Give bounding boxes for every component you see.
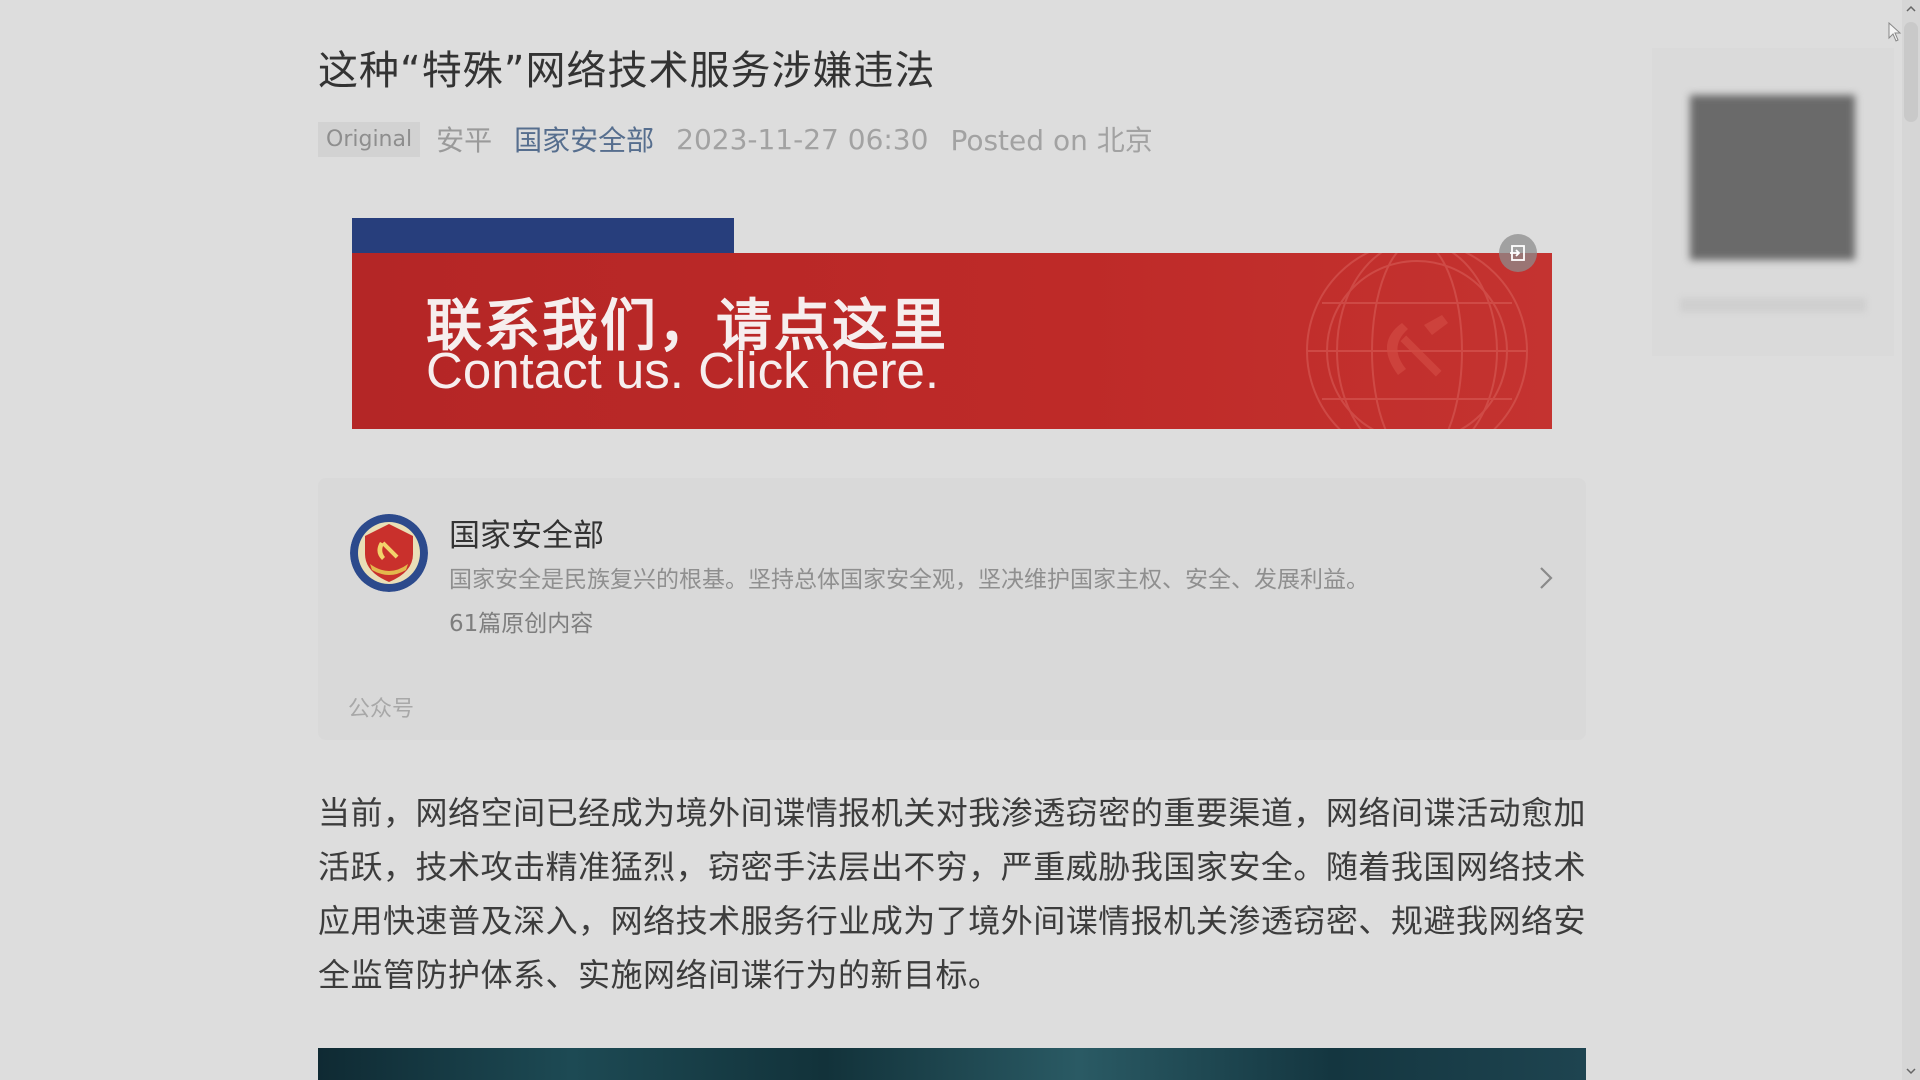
banner-corner-button[interactable] bbox=[1499, 234, 1537, 272]
banner-blue-bar bbox=[352, 218, 734, 254]
qr-code-image bbox=[1690, 95, 1855, 260]
article-title: 这种“特殊”网络技术服务涉嫌违法 bbox=[318, 48, 936, 94]
contact-banner[interactable]: 联系我们，请点这里 Contact us. Click here. bbox=[352, 218, 1552, 429]
emblem-watermark-icon bbox=[1306, 253, 1528, 429]
article-image bbox=[318, 1048, 1586, 1080]
account-type-label: 公众号 bbox=[348, 697, 415, 722]
banner-red-box: 联系我们，请点这里 Contact us. Click here. bbox=[352, 253, 1552, 429]
page: 这种“特殊”网络技术服务涉嫌违法 Original 安平 国家安全部 2023-… bbox=[0, 0, 1920, 1080]
mouse-cursor-icon bbox=[1888, 22, 1902, 42]
account-post-count: 61篇原创内容 bbox=[449, 611, 594, 637]
article-paragraph: 当前，网络空间已经成为境外间谍情报机关对我渗透窃密的重要渠道，网络间谍活动愈加活… bbox=[318, 794, 1586, 994]
article-meta: Original 安平 国家安全部 2023-11-27 06:30 Poste… bbox=[318, 119, 1153, 159]
publish-location: Posted on 北京 bbox=[950, 124, 1153, 157]
account-description: 国家安全是民族复兴的根基。坚持总体国家安全观，坚决维护国家主权、安全、发展利益。 bbox=[449, 567, 1369, 593]
account-name: 国家安全部 bbox=[449, 518, 604, 554]
account-card[interactable]: 国家安全部 国家安全是民族复兴的根基。坚持总体国家安全观，坚决维护国家主权、安全… bbox=[318, 478, 1586, 740]
author-name: 安平 bbox=[436, 124, 493, 157]
original-tag: Original bbox=[318, 121, 421, 157]
banner-en-text: Contact us. Click here. bbox=[426, 342, 940, 399]
account-link[interactable]: 国家安全部 bbox=[514, 119, 654, 159]
scroll-down-icon[interactable] bbox=[1906, 1066, 1916, 1076]
scrollbar-track[interactable] bbox=[1902, 0, 1920, 1080]
account-avatar bbox=[350, 514, 428, 592]
publish-date: 2023-11-27 06:30 bbox=[676, 122, 929, 156]
scroll-up-icon[interactable] bbox=[1906, 4, 1916, 14]
exit-icon bbox=[1510, 245, 1525, 261]
scrollbar-thumb[interactable] bbox=[1904, 22, 1918, 122]
emblem-icon bbox=[350, 514, 428, 592]
chevron-right-icon[interactable] bbox=[1536, 564, 1556, 592]
qr-caption-blurred bbox=[1680, 298, 1866, 312]
